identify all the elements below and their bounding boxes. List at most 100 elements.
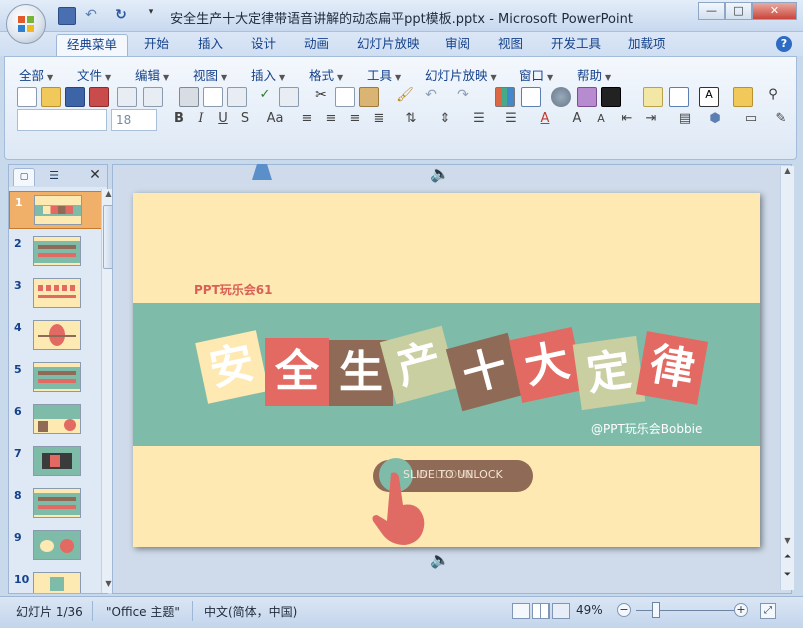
picture-icon[interactable] xyxy=(577,87,597,107)
shrink-font-icon[interactable]: A xyxy=(591,109,611,129)
grow-font-icon[interactable]: A xyxy=(567,109,587,129)
slide-canvas[interactable]: PPT玩乐会61 安 全 生 产 十 大 定 律 @PPT玩乐会Bobbie S… xyxy=(133,193,760,547)
tab-design[interactable]: 设计 xyxy=(241,34,286,56)
shapes-icon[interactable] xyxy=(733,87,753,107)
save-icon[interactable] xyxy=(65,87,85,107)
font-color-icon[interactable]: A xyxy=(535,109,555,129)
close-button[interactable]: ✕ xyxy=(752,2,797,20)
maximize-button[interactable]: □ xyxy=(725,2,752,20)
tab-addins[interactable]: 加载项 xyxy=(618,34,676,56)
shape-outline-icon[interactable]: ✎ xyxy=(771,109,791,129)
thumbnail-slide-9[interactable]: 9 xyxy=(9,527,105,565)
open-folder-icon[interactable] xyxy=(41,87,61,107)
text-direction-icon[interactable]: ⇅ xyxy=(401,109,421,129)
save-as-pdf-icon[interactable] xyxy=(89,87,109,107)
copy-icon[interactable] xyxy=(335,87,355,107)
line-spacing-icon[interactable]: ⇕ xyxy=(435,109,455,129)
tab-classic-menu[interactable]: 经典菜单 xyxy=(56,34,129,56)
slides-tab-icon[interactable]: ▢ xyxy=(13,168,35,186)
numbering-icon[interactable]: ☰ xyxy=(469,109,489,129)
research-icon[interactable] xyxy=(227,87,247,107)
font-size-combo[interactable]: 18 xyxy=(111,109,157,131)
print-preview-icon[interactable] xyxy=(203,87,223,107)
thumbnail-slide-2[interactable]: 2 xyxy=(9,233,105,271)
new-slide-icon[interactable] xyxy=(643,87,663,107)
justify-icon[interactable]: ≣ xyxy=(369,109,389,129)
slide-layout-icon[interactable] xyxy=(601,87,621,107)
paste-icon[interactable] xyxy=(359,87,379,107)
bold-icon[interactable]: B xyxy=(169,109,189,129)
tab-slideshow[interactable]: 幻灯片放映 xyxy=(347,34,430,56)
layout-icon[interactable] xyxy=(669,87,689,107)
tab-home[interactable]: 开始 xyxy=(134,34,179,56)
tab-animations[interactable]: 动画 xyxy=(294,34,339,56)
help-icon[interactable]: ? xyxy=(776,36,792,52)
language[interactable]: 中文(简体，中国) xyxy=(204,603,297,620)
thumbnail-slide-8[interactable]: 8 xyxy=(9,485,105,523)
speaker-icon[interactable]: 🔈 xyxy=(430,550,464,572)
thumbnail-slide-1[interactable]: 1 xyxy=(9,191,105,229)
thumbnail-slide-10[interactable]: 10 xyxy=(9,569,105,593)
slide-scrollbar[interactable]: ▲ ▼ ⏶ ⏷ xyxy=(780,166,794,590)
next-slide-icon[interactable]: ⏷ xyxy=(782,570,793,586)
undo-icon[interactable]: ↶ xyxy=(421,87,441,107)
menu-view[interactable]: 视图 ▼ xyxy=(193,65,227,84)
menu-file[interactable]: 文件 ▼ xyxy=(77,65,111,84)
outline-tab-icon[interactable]: ☰ xyxy=(39,168,69,186)
text-box-icon[interactable]: A xyxy=(699,87,719,107)
arrange-icon[interactable]: ▤ xyxy=(675,109,695,129)
zoom-level[interactable]: 49% xyxy=(576,603,603,617)
zoom-search-icon[interactable]: ⚲ xyxy=(763,87,783,107)
align-right-icon[interactable]: ≡ xyxy=(345,109,365,129)
quick-styles-icon[interactable]: ⬢ xyxy=(705,109,725,129)
close-pane-icon[interactable]: ✕ xyxy=(87,167,103,185)
decrease-indent-icon[interactable]: ⇤ xyxy=(617,109,637,129)
increase-indent-icon[interactable]: ⇥ xyxy=(641,109,661,129)
menu-all[interactable]: 全部 ▼ xyxy=(19,65,53,84)
zoom-out-icon[interactable]: − xyxy=(617,603,631,617)
bullets-icon[interactable]: ☰ xyxy=(501,109,521,129)
redo-icon[interactable]: ↷ xyxy=(453,87,473,107)
zoom-slider-track[interactable] xyxy=(636,610,736,611)
change-case-icon[interactable]: Aa xyxy=(261,109,289,129)
tab-developer[interactable]: 开发工具 xyxy=(541,34,611,56)
office-button[interactable] xyxy=(6,4,46,44)
menu-insert[interactable]: 插入 ▼ xyxy=(251,65,285,84)
align-left-icon[interactable]: ≡ xyxy=(297,109,317,129)
tab-view[interactable]: 视图 xyxy=(488,34,533,56)
permission-icon[interactable] xyxy=(117,87,137,107)
menu-tools[interactable]: 工具 ▼ xyxy=(367,65,401,84)
print-icon[interactable] xyxy=(179,87,199,107)
tab-insert[interactable]: 插入 xyxy=(188,34,233,56)
minimize-button[interactable]: — xyxy=(698,2,725,20)
underline-icon[interactable]: U xyxy=(213,109,233,129)
thumbnail-slide-7[interactable]: 7 xyxy=(9,443,105,481)
menu-help[interactable]: 帮助 ▼ xyxy=(577,65,611,84)
menu-format[interactable]: 格式 ▼ xyxy=(309,65,343,84)
insert-chart-icon[interactable] xyxy=(495,87,515,107)
spelling-icon[interactable]: ✓ xyxy=(255,87,275,107)
scroll-down-icon[interactable]: ▼ xyxy=(782,536,793,548)
menu-window[interactable]: 窗口 ▼ xyxy=(519,65,553,84)
zoom-in-icon[interactable]: + xyxy=(734,603,748,617)
thumbnail-slide-4[interactable]: 4 xyxy=(9,317,105,355)
format-painter-icon[interactable]: 🖌 xyxy=(395,87,415,107)
email-icon[interactable] xyxy=(143,87,163,107)
tab-review[interactable]: 审阅 xyxy=(435,34,480,56)
cut-icon[interactable]: ✂ xyxy=(311,87,331,107)
clip-art-icon[interactable] xyxy=(551,87,571,107)
insert-table-icon[interactable] xyxy=(521,87,541,107)
shadow-icon[interactable]: S xyxy=(235,109,255,129)
fit-to-window-icon[interactable]: ⤢ xyxy=(760,603,776,619)
font-name-combo[interactable] xyxy=(17,109,107,131)
thumbnail-slide-3[interactable]: 3 xyxy=(9,275,105,313)
zoom-slider-thumb[interactable] xyxy=(652,602,660,618)
menu-edit[interactable]: 编辑 ▼ xyxy=(135,65,169,84)
find-icon[interactable] xyxy=(279,87,299,107)
scroll-up-icon[interactable]: ▲ xyxy=(782,166,793,178)
italic-icon[interactable]: I xyxy=(191,109,211,129)
speaker-icon[interactable]: 🔈 xyxy=(430,164,464,184)
previous-slide-icon[interactable]: ⏶ xyxy=(782,552,793,568)
thumbnail-slide-6[interactable]: 6 xyxy=(9,401,105,439)
align-center-icon[interactable]: ≡ xyxy=(321,109,341,129)
